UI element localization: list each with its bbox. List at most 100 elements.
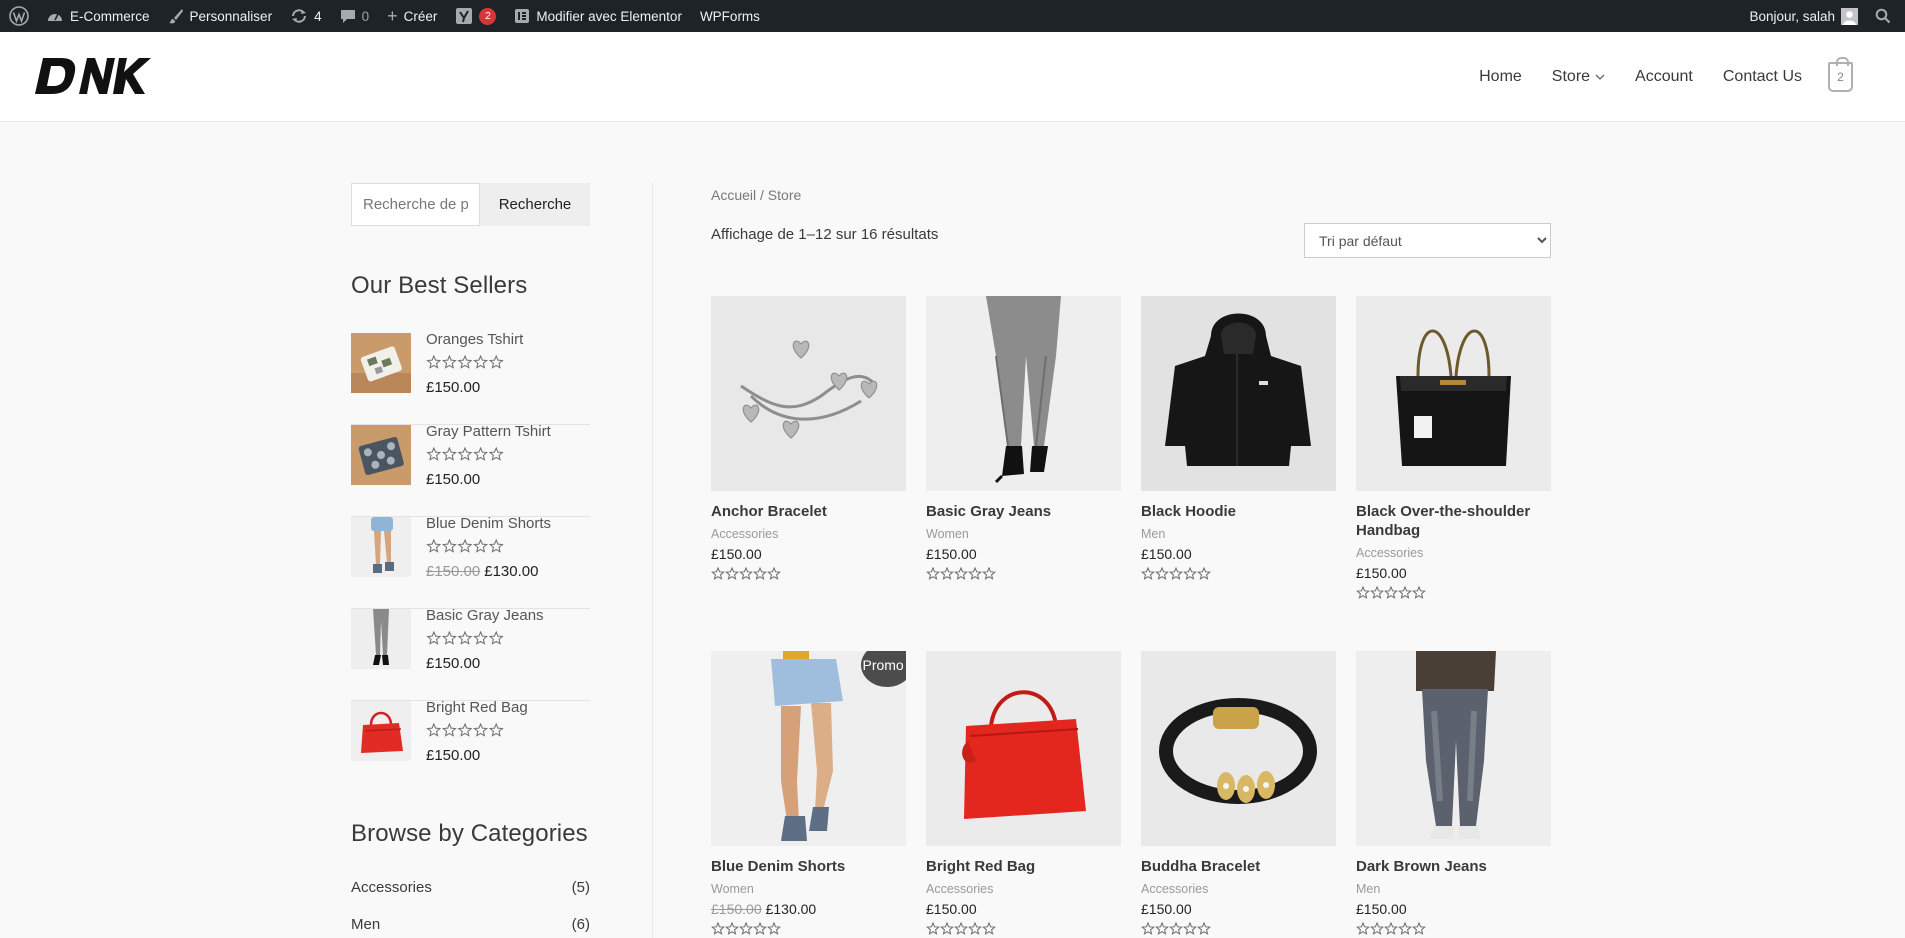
product-card[interactable]: Buddha Bracelet Accessories £150.00 bbox=[1141, 651, 1336, 938]
cart-count: 2 bbox=[1837, 70, 1844, 84]
product-thumbnail[interactable] bbox=[351, 425, 411, 485]
product-card[interactable]: Promo ! Blue Denim Shorts Women £150.00£… bbox=[711, 651, 906, 938]
product-title[interactable]: Buddha Bracelet bbox=[1141, 857, 1336, 876]
nav-contact[interactable]: Contact Us bbox=[1723, 68, 1802, 86]
product-search-input[interactable] bbox=[351, 183, 480, 226]
star-empty-icon bbox=[473, 538, 489, 553]
nav-home[interactable]: Home bbox=[1479, 68, 1522, 86]
star-empty-icon bbox=[1412, 921, 1426, 935]
product-image[interactable] bbox=[1356, 296, 1551, 491]
product-thumbnail[interactable] bbox=[351, 609, 411, 669]
wordpress-logo-icon[interactable] bbox=[0, 0, 37, 32]
product-title[interactable]: Bright Red Bag bbox=[926, 857, 1121, 876]
star-empty-icon bbox=[473, 446, 489, 461]
star-empty-icon bbox=[1356, 921, 1370, 935]
star-empty-icon bbox=[1141, 921, 1155, 935]
list-item[interactable]: Bright Red Bag £150.00 bbox=[351, 699, 590, 793]
admin-wpforms[interactable]: WPForms bbox=[691, 0, 769, 32]
product-card[interactable]: Bright Red Bag Accessories £150.00 bbox=[926, 651, 1121, 938]
product-image[interactable] bbox=[926, 296, 1121, 491]
star-empty-icon bbox=[441, 722, 457, 737]
category-name[interactable]: Accessories bbox=[351, 879, 432, 896]
product-thumbnail[interactable] bbox=[351, 517, 411, 577]
list-item[interactable]: Oranges Tshirt £150.00 bbox=[351, 331, 590, 425]
nav-account[interactable]: Account bbox=[1635, 68, 1693, 86]
best-seller-price: £150.00 bbox=[426, 379, 481, 396]
nav-store[interactable]: Store bbox=[1552, 68, 1605, 86]
star-empty-icon bbox=[739, 566, 753, 580]
search-button[interactable]: Recherche bbox=[480, 183, 590, 226]
chevron-down-icon bbox=[1595, 74, 1605, 80]
category-count: (5) bbox=[571, 879, 590, 896]
product-title[interactable]: Black Over-the-shoulder Handbag bbox=[1356, 502, 1551, 540]
star-empty-icon bbox=[982, 566, 996, 580]
product-image[interactable] bbox=[1356, 651, 1551, 846]
best-sellers-list: Oranges Tshirt £150.00 Gray Pattern Tshi… bbox=[351, 331, 590, 793]
star-rating bbox=[1141, 566, 1336, 585]
product-title[interactable]: Black Hoodie bbox=[1141, 502, 1336, 521]
category-item-accessories[interactable]: Accessories (5) bbox=[351, 879, 590, 896]
breadcrumb[interactable]: Accueil / Store bbox=[711, 187, 801, 203]
product-image[interactable]: Promo ! bbox=[711, 651, 906, 846]
star-empty-icon bbox=[926, 566, 940, 580]
star-rating bbox=[711, 566, 906, 585]
product-search-form: Recherche bbox=[351, 183, 590, 226]
product-card[interactable]: Anchor Bracelet Accessories £150.00 bbox=[711, 296, 906, 585]
category-name[interactable]: Men bbox=[351, 916, 380, 933]
best-seller-name[interactable]: Bright Red Bag bbox=[426, 699, 528, 716]
best-seller-name[interactable]: Oranges Tshirt bbox=[426, 331, 523, 348]
category-item-men[interactable]: Men (6) bbox=[351, 916, 590, 933]
product-image[interactable] bbox=[1141, 296, 1336, 491]
star-empty-icon bbox=[441, 446, 457, 461]
best-seller-name[interactable]: Blue Denim Shorts bbox=[426, 515, 551, 532]
comment-icon bbox=[340, 10, 355, 23]
sidebar: Recherche Our Best Sellers Oranges Tshir… bbox=[351, 183, 590, 933]
star-empty-icon bbox=[426, 722, 442, 737]
admin-comments[interactable]: 0 bbox=[331, 0, 379, 32]
product-image[interactable] bbox=[711, 296, 906, 491]
product-title[interactable]: Anchor Bracelet bbox=[711, 502, 906, 521]
star-rating bbox=[711, 921, 906, 938]
product-category: Men bbox=[1356, 882, 1381, 896]
best-seller-name[interactable]: Gray Pattern Tshirt bbox=[426, 423, 551, 440]
admin-search[interactable] bbox=[1867, 0, 1905, 32]
admin-yoast[interactable]: 2 bbox=[446, 0, 505, 32]
admin-new[interactable]: + Créer bbox=[378, 0, 446, 32]
admin-elementor[interactable]: Modifier avec Elementor bbox=[505, 0, 691, 32]
star-rating bbox=[926, 566, 1121, 585]
product-image[interactable] bbox=[1141, 651, 1336, 846]
product-image[interactable] bbox=[926, 651, 1121, 846]
cart-icon[interactable]: 2 bbox=[1828, 57, 1853, 92]
star-empty-icon bbox=[767, 566, 781, 580]
category-count: (6) bbox=[571, 916, 590, 933]
product-title[interactable]: Blue Denim Shorts bbox=[711, 857, 906, 876]
star-empty-icon bbox=[426, 354, 442, 369]
star-empty-icon bbox=[1197, 566, 1211, 580]
product-title[interactable]: Dark Brown Jeans bbox=[1356, 857, 1551, 876]
product-title[interactable]: Basic Gray Jeans bbox=[926, 502, 1121, 521]
product-thumbnail[interactable] bbox=[351, 333, 411, 393]
product-category: Accessories bbox=[1141, 882, 1209, 896]
star-empty-icon bbox=[1169, 566, 1183, 580]
product-thumbnail[interactable] bbox=[351, 701, 411, 761]
best-seller-name[interactable]: Basic Gray Jeans bbox=[426, 607, 544, 624]
product-card[interactable]: Dark Brown Jeans Men £150.00 bbox=[1356, 651, 1551, 938]
admin-site-name[interactable]: E-Commerce bbox=[37, 0, 159, 32]
admin-account[interactable]: Bonjour, salah bbox=[1740, 0, 1867, 32]
product-price: £150.00 bbox=[926, 546, 977, 562]
old-price: £150.00 bbox=[426, 563, 481, 580]
product-card[interactable]: Basic Gray Jeans Women £150.00 bbox=[926, 296, 1121, 585]
site-logo[interactable] bbox=[35, 52, 153, 102]
list-item[interactable]: Gray Pattern Tshirt £150.00 bbox=[351, 423, 590, 517]
list-item[interactable]: Basic Gray Jeans £150.00 bbox=[351, 607, 590, 701]
product-card[interactable]: Black Hoodie Men £150.00 bbox=[1141, 296, 1336, 585]
sort-select[interactable]: Tri par défaut bbox=[1304, 223, 1551, 258]
admin-customize[interactable]: Personnaliser bbox=[159, 0, 282, 32]
list-item[interactable]: Blue Denim Shorts £150.00 £130.00 bbox=[351, 515, 590, 609]
admin-updates[interactable]: 4 bbox=[281, 0, 331, 32]
star-empty-icon bbox=[473, 630, 489, 645]
star-empty-icon bbox=[1155, 566, 1169, 580]
product-card[interactable]: Black Over-the-shoulder Handbag Accessor… bbox=[1356, 296, 1551, 604]
star-empty-icon bbox=[457, 538, 473, 553]
site-name-label: E-Commerce bbox=[70, 8, 150, 24]
